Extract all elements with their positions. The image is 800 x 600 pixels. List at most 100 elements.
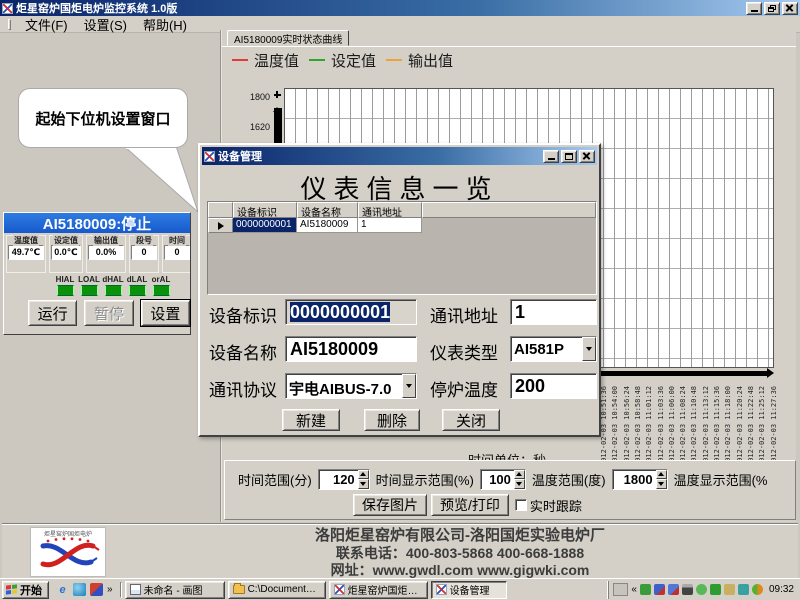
network-offline-icon[interactable] xyxy=(654,584,665,595)
setup-button[interactable]: 设置 xyxy=(141,300,190,326)
device-id-label: 设备标识 xyxy=(209,302,277,327)
device-name-field[interactable]: AI5180009 xyxy=(285,336,417,362)
task-button-explorer[interactable]: C:\Documents and Se... xyxy=(228,581,326,599)
menu-grip xyxy=(8,19,11,30)
spin-up-button[interactable] xyxy=(514,470,525,480)
company-logo: 炬星窑炉国炬电炉 xyxy=(30,527,106,577)
dropdown-button[interactable] xyxy=(582,337,596,361)
device-id-field[interactable]: 0000000001 xyxy=(285,299,417,325)
readout-value: 0 xyxy=(164,245,190,260)
meter-type-combobox[interactable]: AI581P xyxy=(510,336,597,362)
chevron-down-icon xyxy=(586,347,592,351)
comm-addr-field[interactable]: 1 xyxy=(510,299,597,325)
start-button[interactable]: 开始 xyxy=(2,581,49,599)
dialog-icon xyxy=(204,151,215,162)
chart-legend: 温度值 设定值 输出值 xyxy=(232,49,453,71)
table-row[interactable]: 0000000001 AI5180009 1 xyxy=(208,218,596,233)
time-display-spinner[interactable]: 100 xyxy=(480,469,526,490)
update-icon[interactable] xyxy=(752,584,763,595)
x-axis-tick-label: 2012-02-03 10:58:48 xyxy=(634,379,644,447)
maximize-icon xyxy=(565,153,573,160)
preview-print-button[interactable]: 预览/打印 xyxy=(431,494,509,516)
menu-item[interactable]: 文件(F) xyxy=(25,15,68,34)
realtime-track-checkbox[interactable] xyxy=(515,499,527,511)
menu-item[interactable]: 设置(S) xyxy=(84,15,127,34)
x-axis-tick-label: 2012-02-03 11:22:48 xyxy=(747,379,757,447)
device-table: 设备标识设备名称通讯地址 0000000001 AI5180009 1 xyxy=(207,201,597,295)
task-button-monitor-app[interactable]: 炬星窑炉国炬电炉监... xyxy=(329,581,428,599)
spin-down-button[interactable] xyxy=(514,479,525,489)
table-cell-comm-addr[interactable]: 1 xyxy=(358,218,422,233)
save-image-button[interactable]: 保存图片 xyxy=(353,494,427,516)
messenger-icon[interactable] xyxy=(73,583,86,596)
spin-up-button[interactable] xyxy=(656,470,667,480)
alarm-indicator-lamp xyxy=(105,285,122,296)
close-dialog-button[interactable]: 关闭 xyxy=(442,409,500,431)
chart-controls-box: 时间范围(分) 120 时间显示范围(%) 100 温度范围(度) 1800 温… xyxy=(224,460,796,520)
readout-value: 0 xyxy=(131,245,157,260)
clipboard-icon[interactable] xyxy=(724,584,735,595)
minimize-button[interactable] xyxy=(746,2,762,15)
close-button[interactable] xyxy=(782,2,798,15)
chevron-down-icon xyxy=(406,384,412,388)
protocol-combobox[interactable]: 宇电AIBUS-7.0 xyxy=(285,373,417,399)
dialog-maximize-button[interactable] xyxy=(561,150,577,163)
menu-item[interactable]: 帮助(H) xyxy=(143,15,187,34)
delete-button[interactable]: 删除 xyxy=(364,409,420,431)
x-axis-tick-label: 2012-02-03 11:06:00 xyxy=(668,379,678,447)
readout-group: 时间 0 xyxy=(162,235,190,273)
language-bar-icon[interactable] xyxy=(613,583,628,596)
legend-item: 温度值 xyxy=(232,50,299,71)
table-cell-device-name[interactable]: AI5180009 xyxy=(297,218,358,233)
run-button[interactable]: 运行 xyxy=(28,300,77,326)
task-button-device-management[interactable]: 设备管理 xyxy=(431,581,507,599)
time-range-spinner[interactable]: 120 xyxy=(318,469,370,490)
overflow-chevron-icon[interactable]: » xyxy=(107,584,113,595)
tab-realtime-curve[interactable]: AI5180009实时状态曲线 xyxy=(227,30,349,46)
signal-bars-icon[interactable] xyxy=(682,584,693,595)
stop-temp-field[interactable]: 200 xyxy=(510,373,597,399)
status-ok-icon[interactable] xyxy=(696,584,707,595)
minimize-icon xyxy=(751,10,758,12)
devices-offline-icon[interactable] xyxy=(668,584,679,595)
temp-range-spinner[interactable]: 1800 xyxy=(612,469,668,490)
dialog-close-button[interactable] xyxy=(579,150,595,163)
table-column-header[interactable]: 设备标识 xyxy=(233,202,297,218)
spin-down-button[interactable] xyxy=(358,479,369,489)
task-button-paint[interactable]: 未命名 - 画图 xyxy=(125,581,225,599)
new-button[interactable]: 新建 xyxy=(282,409,340,431)
alarm-indicator: LOAL xyxy=(80,275,98,296)
dropdown-button[interactable] xyxy=(402,374,416,398)
row-selector-cell[interactable] xyxy=(208,218,233,233)
spin-up-button[interactable] xyxy=(358,470,369,480)
tab-underline xyxy=(222,46,796,47)
alarm-indicator: dHAL xyxy=(104,275,122,296)
table-cell-device-id[interactable]: 0000000001 xyxy=(233,218,297,233)
alarm-indicators: HIAL LOAL dHAL dLAL orAL xyxy=(56,275,190,296)
realtime-track-label: 实时跟踪 xyxy=(530,496,582,515)
readout-value: 0.0℃ xyxy=(51,245,81,260)
browser-icon[interactable]: e xyxy=(56,583,69,596)
row-selector-header xyxy=(208,202,233,218)
monitors-icon[interactable] xyxy=(738,584,749,595)
table-column-header[interactable]: 设备名称 xyxy=(297,202,358,218)
legend-color-dash xyxy=(309,59,325,61)
dialog-minimize-button[interactable] xyxy=(543,150,559,163)
logo-arc-text: 炬星窑炉国炬电炉 xyxy=(44,530,92,538)
device-name-label: 设备名称 xyxy=(209,339,277,364)
tray-collapse-icon[interactable]: « xyxy=(631,584,637,595)
application-window: 炬星窑炉国炬电炉监控系统 1.0版 文件(F)设置(S)帮助(H) AI5180… xyxy=(0,0,800,600)
table-column-header[interactable]: 通讯地址 xyxy=(358,202,422,218)
x-axis-tick-label: 2012-02-03 10:54:00 xyxy=(611,379,621,447)
scroll-right-icon[interactable] xyxy=(767,368,774,378)
shield-icon[interactable] xyxy=(710,584,721,595)
legend-color-dash xyxy=(386,59,402,61)
sync-icon[interactable] xyxy=(640,584,651,595)
dialog-titlebar[interactable]: 设备管理 xyxy=(202,147,597,165)
media-icon[interactable] xyxy=(90,583,103,596)
restore-button[interactable] xyxy=(764,2,780,15)
time-display-range-label: 时间显示范围(%) xyxy=(376,470,474,489)
alarm-indicator-lamp xyxy=(129,285,146,296)
spin-down-button[interactable] xyxy=(656,479,667,489)
temp-range-label: 温度范围(度) xyxy=(532,470,606,489)
